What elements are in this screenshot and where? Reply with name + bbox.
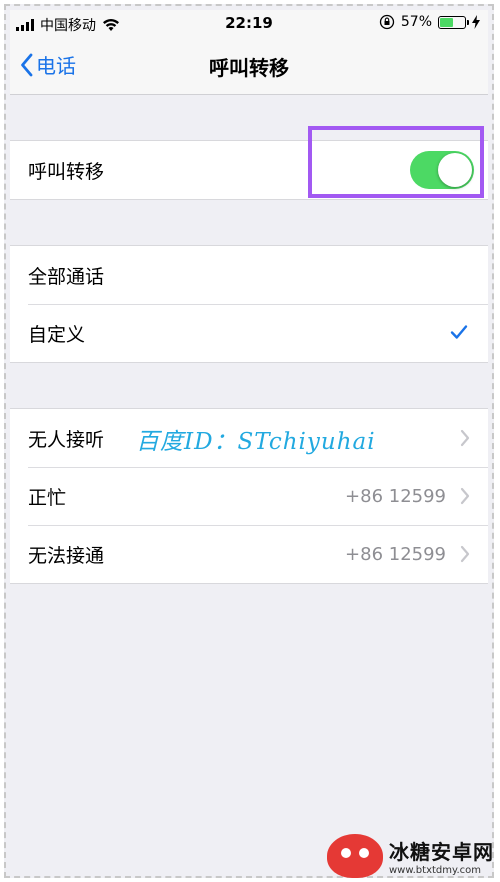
logo-url: www.btxtdmy.com	[389, 865, 482, 876]
page-title: 呼叫转移	[209, 56, 289, 80]
chevron-right-icon	[460, 429, 470, 447]
logo-brand: 冰糖安卓网	[389, 840, 494, 864]
condition-value: +86 12599	[345, 485, 446, 507]
charging-icon	[472, 15, 480, 29]
site-logo: 冰糖安卓网 www.btxtdmy.com	[327, 834, 494, 878]
battery-percent: 57%	[400, 14, 432, 30]
status-bar: 中国移动 22:19 57%	[10, 10, 488, 36]
chevron-right-icon	[460, 487, 470, 505]
checkmark-icon	[450, 325, 468, 339]
condition-value: +86 12599	[345, 543, 446, 565]
watermark-text: 百度ID：STchiyuhai	[136, 429, 376, 455]
call-forwarding-label: 呼叫转移	[28, 160, 105, 183]
navigation-bar: 电话 呼叫转移	[10, 36, 488, 95]
condition-label: 正忙	[28, 486, 67, 509]
battery-icon	[438, 15, 469, 29]
screenshot-frame: 中国移动 22:19 57% 电话 呼叫转移 呼叫转移 全部通话 自定义 无人接…	[4, 4, 494, 878]
scope-item-label: 自定义	[28, 323, 86, 346]
candy-logo-icon	[327, 834, 383, 878]
chevron-right-icon	[460, 545, 470, 563]
phone-screen: 中国移动 22:19 57% 电话 呼叫转移 呼叫转移 全部通话 自定义 无人接…	[10, 10, 488, 872]
scope-item-custom[interactable]: 自定义	[10, 304, 488, 362]
condition-label: 无人接听	[28, 428, 105, 451]
condition-row-unreachable[interactable]: 无法接通 +86 12599	[10, 525, 488, 583]
rotation-lock-icon	[379, 14, 395, 30]
scope-item-label: 全部通话	[28, 265, 105, 288]
scope-group: 全部通话 自定义	[10, 245, 488, 363]
condition-label: 无法接通	[28, 544, 105, 567]
highlight-box	[308, 126, 484, 198]
condition-row-busy[interactable]: 正忙 +86 12599	[10, 467, 488, 525]
scope-item-all-calls[interactable]: 全部通话	[10, 246, 488, 304]
